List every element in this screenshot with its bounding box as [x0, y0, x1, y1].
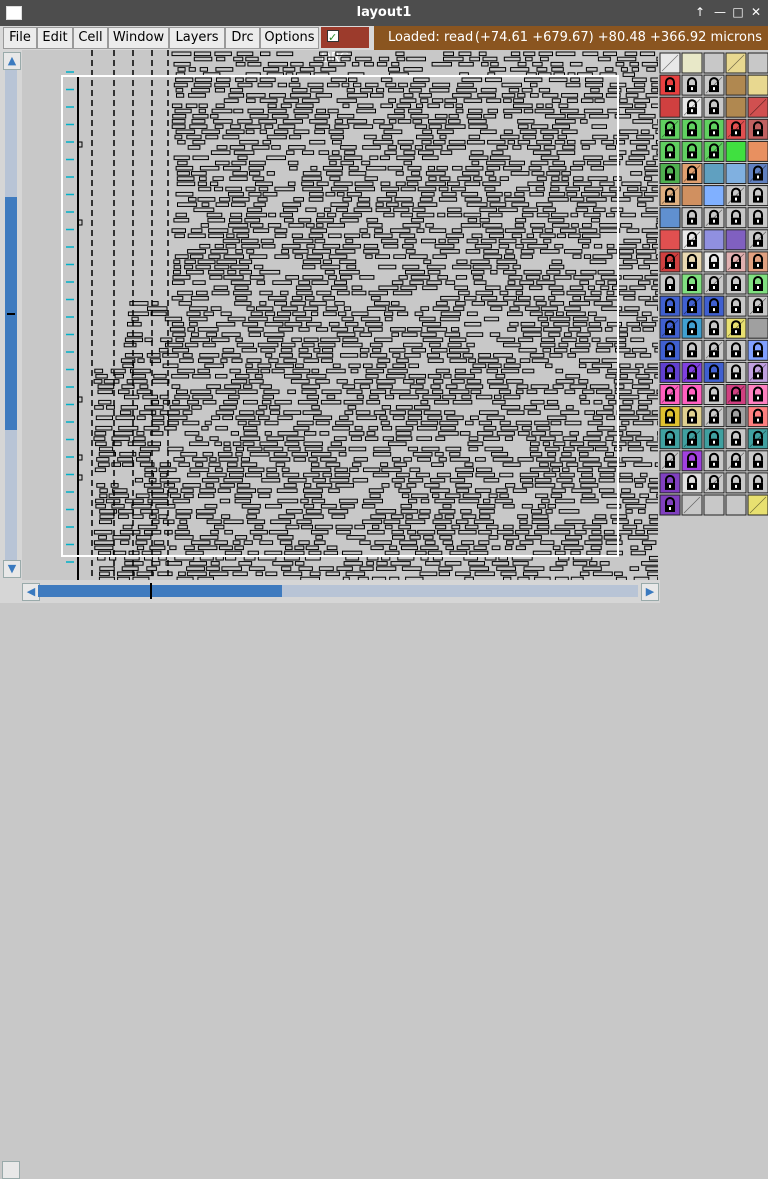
minimize-icon[interactable]: —	[712, 4, 728, 20]
menu-options[interactable]: Options	[260, 27, 319, 49]
layout-canvas[interactable]	[22, 50, 658, 580]
menu-edit[interactable]: Edit	[37, 27, 73, 49]
window-title: layout1	[0, 5, 768, 20]
layer-palette-grid[interactable]	[658, 50, 768, 580]
menu-window[interactable]: Window	[108, 27, 169, 49]
scroll-center-mark	[150, 583, 152, 599]
menu-bar: File Edit Cell Window Layers Drc Options…	[0, 26, 768, 50]
menu-drc[interactable]: Drc	[225, 27, 260, 49]
zoom-box-icon[interactable]	[2, 1161, 20, 1179]
horizontal-scroll-thumb[interactable]	[38, 585, 282, 597]
maximize-icon[interactable]: □	[730, 4, 746, 20]
layer-palette	[658, 50, 768, 580]
loaded-status: Loaded: read	[388, 26, 473, 50]
menu-cell[interactable]: Cell	[73, 27, 108, 49]
status-bar: Loaded: read (+74.61 +679.67) +80.48 +36…	[374, 26, 768, 50]
layout-drawing[interactable]	[22, 50, 658, 580]
vertical-scrollbar[interactable]: ▲ ▼	[0, 50, 22, 580]
scroll-center-mark	[7, 313, 15, 315]
menu-layers[interactable]: Layers	[169, 27, 225, 49]
scroll-up-icon[interactable]: ▲	[3, 52, 21, 70]
arrow-up-icon[interactable]: ↑	[692, 4, 708, 20]
title-bar: layout1 ↑ — □ ✕	[0, 0, 768, 26]
drc-toggle[interactable]: DRC	[321, 27, 369, 48]
close-icon[interactable]: ✕	[748, 4, 764, 20]
horizontal-scrollbar[interactable]: ◀ ▶	[0, 580, 660, 603]
cursor-coordinates: (+74.61 +679.67) +80.48 +366.92 microns	[475, 26, 762, 50]
scroll-right-icon[interactable]: ▶	[641, 583, 659, 601]
checkbox-icon[interactable]	[327, 30, 339, 42]
scroll-down-icon[interactable]: ▼	[3, 560, 21, 578]
menu-file[interactable]: File	[3, 27, 37, 49]
